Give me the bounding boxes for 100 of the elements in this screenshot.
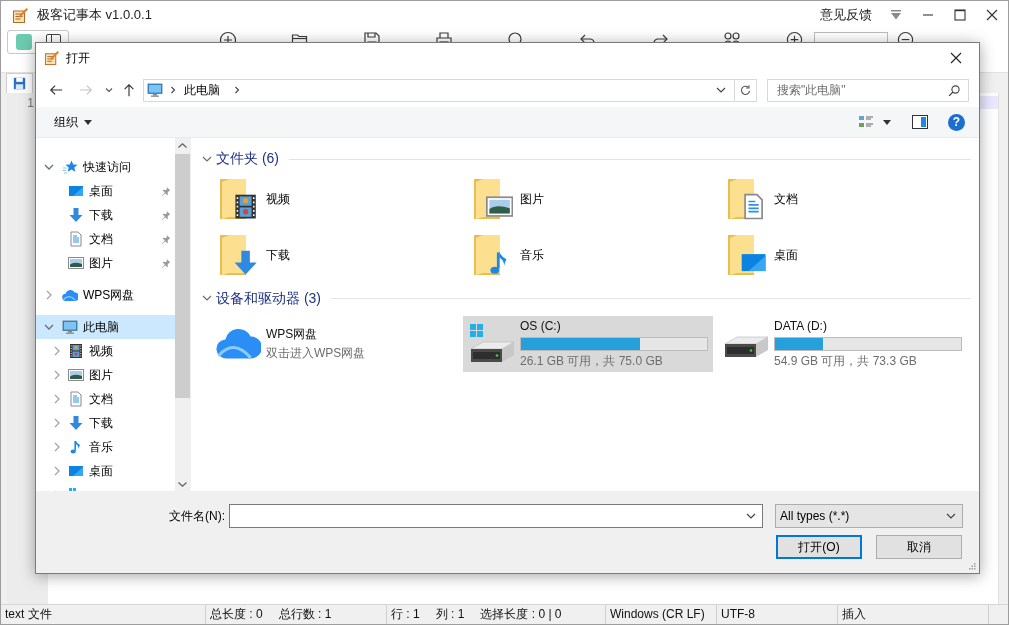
tree-item[interactable]: 下载 [36, 203, 175, 227]
organize-menu-button[interactable]: 组织 [46, 110, 100, 134]
cloud-icon [215, 328, 261, 360]
tree-item[interactable]: WPS网盘 [36, 283, 175, 307]
tree-item[interactable]: 图片 [36, 363, 175, 387]
format-button[interactable] [723, 31, 741, 42]
open-file-button[interactable] [291, 31, 309, 42]
status-text: 插入 [842, 607, 866, 622]
zoom-out-button[interactable] [897, 31, 914, 42]
right-arrow-icon [79, 83, 93, 97]
picture-folder-icon [473, 178, 513, 220]
folder-item[interactable]: 下载 [209, 227, 459, 283]
folder-item[interactable]: 视频 [209, 171, 459, 227]
tree-item[interactable]: 视频 [36, 339, 175, 363]
print-button[interactable] [435, 31, 453, 42]
tree-item[interactable]: 快速访问 [36, 155, 175, 179]
cancel-button[interactable]: 取消 [876, 535, 962, 559]
drive-name: OS (C:) [520, 319, 562, 334]
search-icon[interactable] [948, 84, 960, 97]
film-icon [68, 343, 84, 359]
open-button[interactable]: 打开(O) [776, 535, 862, 559]
screen-icon [68, 183, 84, 199]
chevron-down-icon[interactable] [202, 154, 212, 164]
document-icon [68, 231, 84, 247]
chevron-right-icon[interactable] [52, 466, 62, 476]
caret-down-icon [84, 119, 92, 125]
chevron-right-icon[interactable] [52, 394, 62, 404]
chevron-right-icon[interactable] [52, 442, 62, 452]
tree-item[interactable]: 文档 [36, 387, 175, 411]
file-name-field[interactable] [229, 504, 763, 528]
save-button[interactable] [363, 31, 381, 42]
find-button[interactable] [507, 31, 525, 42]
chevron-right-icon[interactable] [52, 370, 62, 380]
printer-icon [435, 31, 453, 42]
folder-item[interactable]: 文档 [717, 171, 967, 227]
folder-item[interactable]: 桌面 [717, 227, 967, 283]
star-icon [62, 159, 78, 175]
scrollbar-track[interactable] [175, 138, 190, 491]
line-number: 1 [26, 96, 34, 111]
tree-item[interactable]: 此电脑 [36, 315, 175, 339]
chevron-right-icon[interactable] [52, 418, 62, 428]
scrollbar-thumb[interactable] [175, 154, 190, 398]
cloud-icon [62, 287, 78, 303]
down-arrow-icon [68, 207, 84, 223]
editor-tab[interactable] [6, 73, 33, 93]
drive-space-text: 26.1 GB 可用，共 75.0 GB [520, 354, 664, 369]
status-text: 列 : 1 [435, 607, 465, 622]
new-button[interactable] [219, 31, 237, 42]
status-text: Windows (CR LF) [610, 607, 705, 622]
tree-item[interactable]: 音乐 [36, 435, 175, 459]
search-field[interactable]: 搜索"此电脑" [767, 78, 969, 102]
help-button[interactable]: ? [948, 113, 965, 131]
tree-item[interactable]: 下载 [36, 411, 175, 435]
left-arrow-icon [49, 83, 63, 97]
grid-icon [723, 31, 741, 42]
tree-item[interactable]: 文档 [36, 227, 175, 251]
group-header[interactable]: 文件夹 (6) [216, 150, 279, 168]
file-type-select[interactable]: All types (*.*) [775, 504, 963, 528]
zoom-in-button[interactable] [786, 31, 803, 42]
status-text: 总长度 : 0 [210, 607, 263, 622]
chevron-right-icon[interactable] [52, 346, 62, 356]
drive-item[interactable]: DATA (D:) 54.9 GB 可用，共 73.3 GB [717, 316, 967, 372]
tree-item[interactable]: 图片 [36, 251, 175, 275]
resize-grip-icon[interactable] [968, 562, 976, 570]
chevron-down-icon[interactable] [746, 511, 756, 521]
sidebar-icon[interactable] [46, 34, 61, 42]
drive-name: WPS网盘 [266, 327, 319, 342]
drive-item[interactable]: OS (C:) 26.1 GB 可用，共 75.0 GB [463, 316, 713, 372]
color-swatch-icon[interactable] [16, 34, 32, 50]
up-arrow-icon [122, 83, 136, 97]
screen-icon [68, 463, 84, 479]
scroll-down-icon[interactable] [178, 482, 187, 487]
chevron-down-icon[interactable] [44, 162, 54, 172]
zoom-out-icon [897, 31, 914, 42]
tree-item[interactable]: 桌面 [36, 459, 175, 483]
feedback-link[interactable]: 意见反馈 [820, 6, 872, 24]
close-icon [950, 52, 962, 64]
status-text: 选择长度 : 0 | 0 [480, 607, 562, 622]
chevron-down-icon[interactable] [44, 322, 54, 332]
chevron-right-icon[interactable] [44, 290, 54, 300]
chevron-down-icon[interactable] [202, 293, 212, 303]
picture-icon [68, 255, 84, 271]
scroll-up-icon[interactable] [178, 143, 187, 148]
status-text: text 文件 [5, 607, 52, 622]
chevron-right-icon [169, 86, 177, 94]
drive-item[interactable]: WPS网盘 双击进入WPS网盘 [209, 316, 459, 372]
zoom-field[interactable] [814, 32, 888, 43]
breadcrumb-item[interactable]: 此电脑 [180, 79, 224, 101]
chevron-down-icon [946, 511, 956, 521]
group-header[interactable]: 设备和驱动器 (3) [216, 289, 321, 307]
folder-item[interactable]: 音乐 [463, 227, 713, 283]
address-bar[interactable]: 此电脑 [143, 78, 757, 102]
down-arrow-icon [68, 415, 84, 431]
folder-item[interactable]: 图片 [463, 171, 713, 227]
maximize-icon [954, 9, 966, 21]
drive-name: DATA (D:) [774, 319, 828, 334]
chevron-down-icon[interactable] [716, 85, 726, 95]
chevron-down-icon [105, 86, 113, 94]
search-icon [507, 31, 525, 42]
tree-item[interactable]: 桌面 [36, 179, 175, 203]
